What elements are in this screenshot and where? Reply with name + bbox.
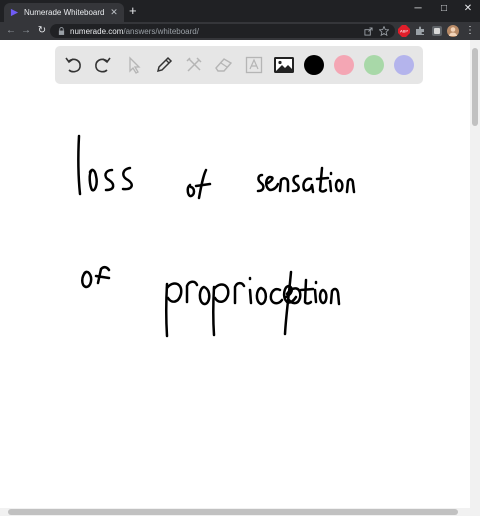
- color-swatch-green[interactable]: [364, 55, 384, 75]
- tools-button[interactable]: [183, 54, 205, 76]
- tab-title: Numerade Whiteboard: [24, 8, 105, 17]
- extension-icon[interactable]: [431, 25, 443, 37]
- forward-button[interactable]: →: [19, 24, 33, 38]
- new-tab-button[interactable]: +: [129, 4, 137, 18]
- tab-close-icon[interactable]: ✕: [107, 7, 121, 18]
- horizontal-scrollbar-thumb[interactable]: [8, 509, 458, 515]
- redo-icon: [95, 57, 111, 73]
- adblock-extension-icon[interactable]: ABP: [397, 25, 411, 37]
- text-icon: [245, 56, 263, 74]
- handwriting-word-sensation: [256, 166, 356, 194]
- minimize-button[interactable]: ─: [408, 3, 428, 14]
- url-host: numerade.com: [70, 26, 124, 36]
- tab-strip: Numerade Whiteboard ✕ + ─ □ ✕: [0, 0, 480, 22]
- handwriting-word-of: [186, 168, 212, 200]
- whiteboard-canvas[interactable]: [0, 40, 470, 508]
- pen-tool[interactable]: [153, 54, 175, 76]
- image-icon: [274, 57, 294, 73]
- horizontal-scrollbar[interactable]: [0, 508, 480, 516]
- bookmark-star-icon[interactable]: [378, 25, 390, 37]
- tab-numerade-whiteboard[interactable]: Numerade Whiteboard ✕: [4, 3, 124, 22]
- back-button[interactable]: ←: [4, 24, 18, 38]
- vertical-scrollbar-thumb[interactable]: [472, 48, 478, 126]
- vertical-scrollbar[interactable]: [470, 40, 480, 508]
- select-tool[interactable]: [123, 54, 145, 76]
- reload-button[interactable]: ↻: [35, 24, 49, 38]
- maximize-button[interactable]: □: [434, 3, 454, 14]
- redo-button[interactable]: [92, 54, 114, 76]
- eraser-icon: [215, 58, 233, 72]
- handwriting-word-or: [81, 265, 111, 289]
- adblock-badge-text: ABP: [400, 29, 408, 34]
- undo-icon: [65, 57, 81, 73]
- address-toolbar: ← → ↻ numerade.com/answers/whiteboard/ A…: [0, 22, 480, 40]
- color-swatch-black[interactable]: [304, 55, 324, 75]
- close-window-button[interactable]: ✕: [458, 3, 478, 14]
- address-bar[interactable]: numerade.com/answers/whiteboard/: [50, 24, 395, 38]
- whiteboard-toolbar: [55, 46, 423, 84]
- select-icon: [129, 56, 141, 74]
- pen-icon: [156, 56, 173, 73]
- numerade-logo-icon: [10, 8, 19, 17]
- share-icon[interactable]: [362, 25, 374, 37]
- url-path: /answers/whiteboard/: [123, 26, 199, 36]
- handwriting-word-loss: [77, 134, 133, 196]
- eraser-tool[interactable]: [213, 54, 235, 76]
- handwriting-word-proprioception: [165, 270, 341, 338]
- browser-menu-button[interactable]: ⋮: [463, 24, 477, 38]
- whiteboard-page: [0, 40, 470, 508]
- tools-icon: [186, 57, 202, 72]
- lock-icon: [58, 27, 65, 35]
- color-swatch-lavender[interactable]: [394, 55, 414, 75]
- profile-avatar[interactable]: [446, 25, 459, 37]
- undo-button[interactable]: [62, 54, 84, 76]
- url-text: numerade.com/answers/whiteboard/: [70, 27, 199, 36]
- color-swatch-pink[interactable]: [334, 55, 354, 75]
- image-tool[interactable]: [273, 54, 295, 76]
- text-tool[interactable]: [243, 54, 265, 76]
- extensions-puzzle-icon[interactable]: [414, 25, 426, 37]
